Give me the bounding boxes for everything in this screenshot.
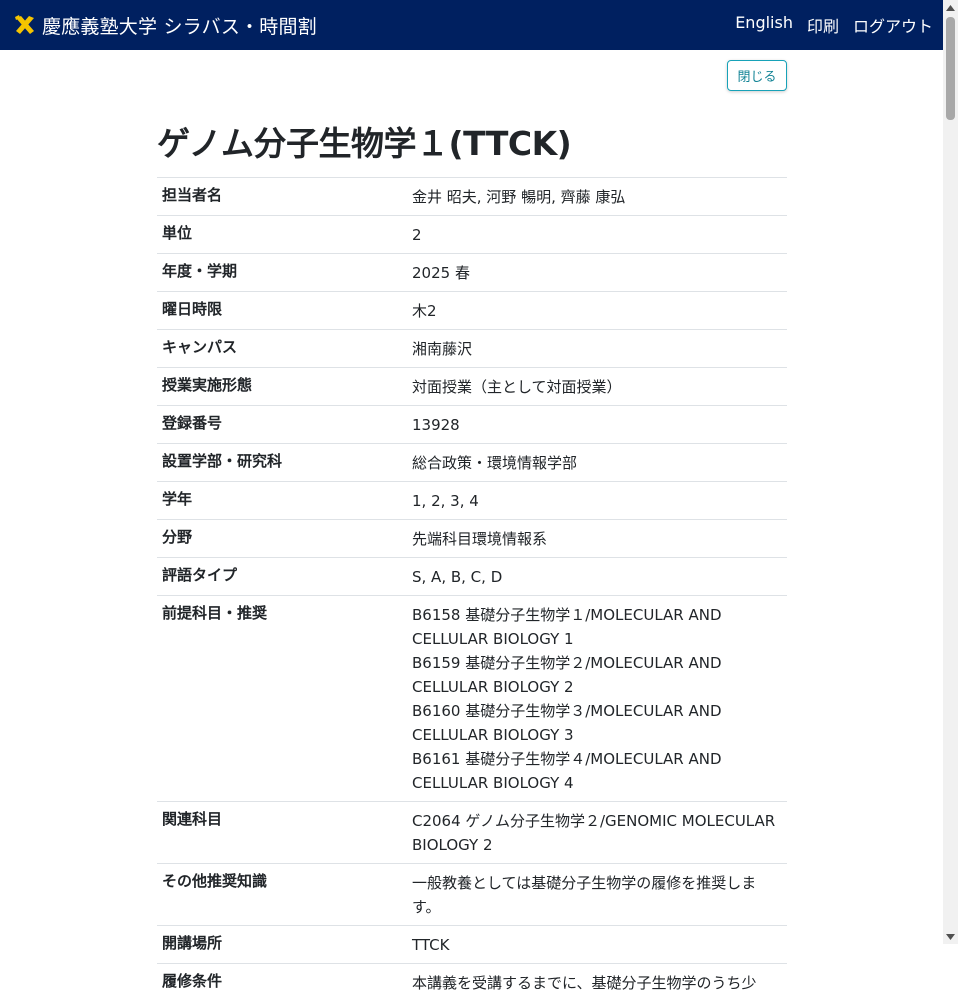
info-value-line: 13928 [412, 413, 782, 437]
info-value-line: CELLULAR BIOLOGY 2 [412, 675, 782, 699]
nav-print-link[interactable]: 印刷 [807, 13, 839, 37]
info-value: 総合政策・環境情報学部 [408, 444, 787, 482]
info-label: 学年 [157, 482, 408, 520]
brand[interactable]: 慶應義塾大学 シラバス・時間割 [13, 12, 317, 39]
info-label: その他推奨知識 [157, 864, 408, 926]
info-value-line: 総合政策・環境情報学部 [412, 451, 782, 475]
info-label: 関連科目 [157, 802, 408, 864]
info-value-line: 2025 春 [412, 261, 782, 285]
info-value-line: BIOLOGY 2 [412, 833, 782, 857]
info-label: 担当者名 [157, 178, 408, 216]
info-row: 分野先端科目環境情報系 [157, 520, 787, 558]
info-value-line: CELLULAR BIOLOGY 4 [412, 771, 782, 795]
course-info-table: 担当者名金井 昭夫, 河野 暢明, 齊藤 康弘単位2年度・学期2025 春曜日時… [157, 177, 787, 1001]
course-detail: ゲノム分子生物学１(TTCK) 担当者名金井 昭夫, 河野 暢明, 齊藤 康弘単… [157, 120, 787, 1001]
info-value: 一般教養としては基礎分子生物学の履修を推奨します。 [408, 864, 787, 926]
nav-logout-link[interactable]: ログアウト [853, 13, 933, 37]
info-row: 単位2 [157, 216, 787, 254]
info-label: 開講場所 [157, 926, 408, 964]
info-label: 履修条件 [157, 964, 408, 1001]
info-label: キャンパス [157, 330, 408, 368]
info-value-line: S, A, B, C, D [412, 565, 782, 589]
info-value: 対面授業（主として対面授業） [408, 368, 787, 406]
info-row: 担当者名金井 昭夫, 河野 暢明, 齊藤 康弘 [157, 178, 787, 216]
info-value-line: 対面授業（主として対面授業） [412, 375, 782, 399]
info-value-line: 1, 2, 3, 4 [412, 489, 782, 513]
vertical-scrollbar[interactable] [943, 0, 958, 944]
info-value-line: 一般教養としては基礎分子生物学の履修を推奨しま [412, 871, 782, 895]
brand-title: 慶應義塾大学 シラバス・時間割 [42, 12, 317, 39]
info-value-line: B6160 基礎分子生物学３/MOLECULAR AND [412, 699, 782, 723]
info-row: 授業実施形態対面授業（主として対面授業） [157, 368, 787, 406]
info-label: 年度・学期 [157, 254, 408, 292]
info-label: 登録番号 [157, 406, 408, 444]
info-label: 単位 [157, 216, 408, 254]
info-value: 本講義を受講するまでに、基礎分子生物学のうち少 [408, 964, 787, 1001]
nav-english-link[interactable]: English [735, 13, 793, 37]
info-value: 13928 [408, 406, 787, 444]
info-label: 分野 [157, 520, 408, 558]
info-value-line: 2 [412, 223, 782, 247]
info-value-line: B6158 基礎分子生物学１/MOLECULAR AND [412, 603, 782, 627]
info-value: C2064 ゲノム分子生物学２/GENOMIC MOLECULARBIOLOGY… [408, 802, 787, 864]
info-value: 先端科目環境情報系 [408, 520, 787, 558]
info-value-line: C2064 ゲノム分子生物学２/GENOMIC MOLECULAR [412, 809, 782, 833]
info-row: その他推奨知識一般教養としては基礎分子生物学の履修を推奨します。 [157, 864, 787, 926]
info-value-line: 木2 [412, 299, 782, 323]
info-value: TTCK [408, 926, 787, 964]
info-row: 履修条件本講義を受講するまでに、基礎分子生物学のうち少 [157, 964, 787, 1001]
info-value: B6158 基礎分子生物学１/MOLECULAR ANDCELLULAR BIO… [408, 596, 787, 802]
scroll-down-icon[interactable] [943, 929, 958, 944]
info-value: S, A, B, C, D [408, 558, 787, 596]
info-value: 木2 [408, 292, 787, 330]
info-label: 曜日時限 [157, 292, 408, 330]
scroll-up-icon[interactable] [943, 0, 958, 15]
info-label: 評語タイプ [157, 558, 408, 596]
info-value-line: CELLULAR BIOLOGY 1 [412, 627, 782, 651]
info-label: 授業実施形態 [157, 368, 408, 406]
info-row: 設置学部・研究科総合政策・環境情報学部 [157, 444, 787, 482]
university-logo-icon [13, 13, 37, 37]
info-value-line: 金井 昭夫, 河野 暢明, 齊藤 康弘 [412, 185, 782, 209]
info-label: 前提科目・推奨 [157, 596, 408, 802]
info-row: キャンパス湘南藤沢 [157, 330, 787, 368]
info-value: 2025 春 [408, 254, 787, 292]
scrollbar-thumb[interactable] [946, 17, 955, 120]
info-value-line: CELLULAR BIOLOGY 3 [412, 723, 782, 747]
info-value-line: B6161 基礎分子生物学４/MOLECULAR AND [412, 747, 782, 771]
info-label: 設置学部・研究科 [157, 444, 408, 482]
info-row: 前提科目・推奨B6158 基礎分子生物学１/MOLECULAR ANDCELLU… [157, 596, 787, 802]
info-row: 開講場所TTCK [157, 926, 787, 964]
info-row: 評語タイプS, A, B, C, D [157, 558, 787, 596]
close-button[interactable]: 閉じる [727, 60, 787, 91]
info-row: 年度・学期2025 春 [157, 254, 787, 292]
course-title: ゲノム分子生物学１(TTCK) [157, 120, 787, 177]
info-row: 関連科目C2064 ゲノム分子生物学２/GENOMIC MOLECULARBIO… [157, 802, 787, 864]
info-value: 2 [408, 216, 787, 254]
info-value-line: TTCK [412, 933, 782, 957]
info-row: 登録番号13928 [157, 406, 787, 444]
info-value-line: 先端科目環境情報系 [412, 527, 782, 551]
info-value-line: B6159 基礎分子生物学２/MOLECULAR AND [412, 651, 782, 675]
info-value: 金井 昭夫, 河野 暢明, 齊藤 康弘 [408, 178, 787, 216]
info-value: 湘南藤沢 [408, 330, 787, 368]
top-navbar: 慶應義塾大学 シラバス・時間割 English 印刷 ログアウト [0, 0, 943, 50]
info-row: 学年1, 2, 3, 4 [157, 482, 787, 520]
nav-links: English 印刷 ログアウト [735, 13, 933, 37]
info-value-line: 湘南藤沢 [412, 337, 782, 361]
info-value-line: 本講義を受講するまでに、基礎分子生物学のうち少 [412, 971, 782, 995]
info-row: 曜日時限木2 [157, 292, 787, 330]
info-value-line: す。 [412, 895, 782, 919]
info-value: 1, 2, 3, 4 [408, 482, 787, 520]
